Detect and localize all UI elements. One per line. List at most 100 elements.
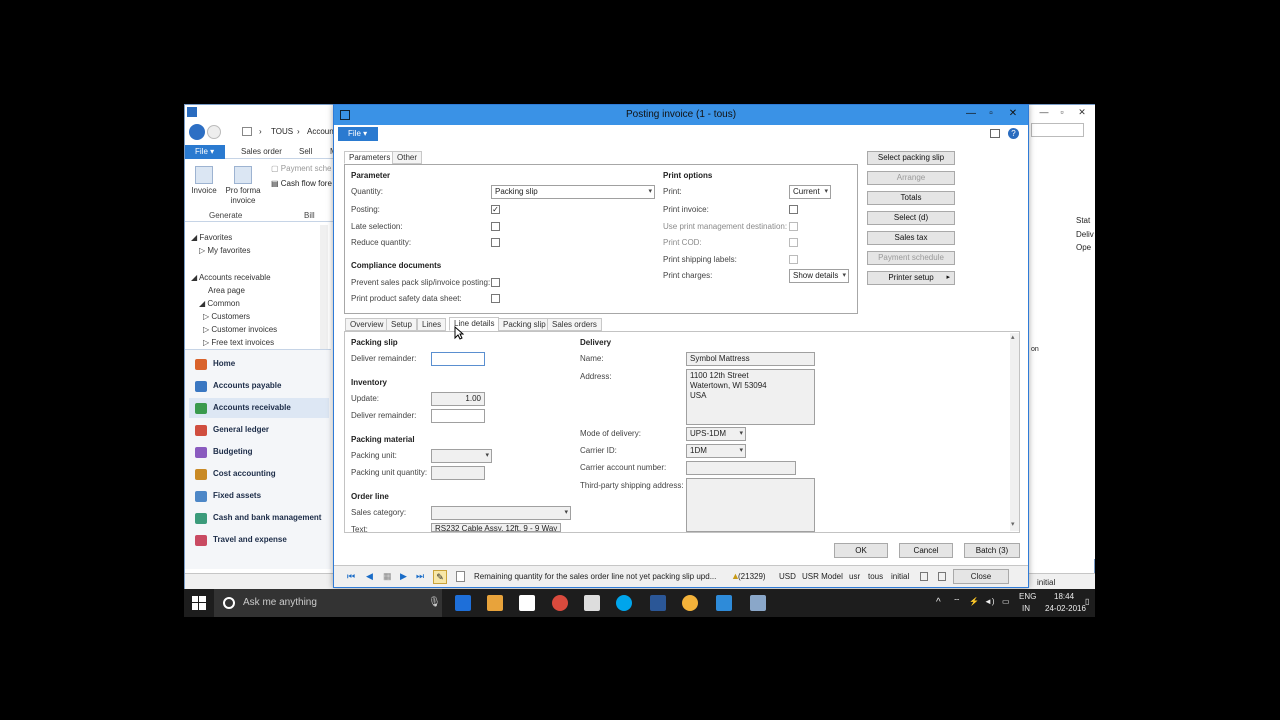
arrange-button[interactable]: Arrange — [867, 171, 955, 185]
windows-start-icon[interactable] — [192, 596, 206, 610]
tab-packing-slip[interactable]: Packing slip — [498, 318, 551, 331]
sales-category-select[interactable]: ▾ — [431, 506, 571, 520]
module-item[interactable]: Cost accounting — [189, 464, 329, 484]
tab-parameters[interactable]: Parameters — [344, 151, 396, 164]
pro-forma-invoice-button[interactable]: Pro forma invoice — [221, 166, 265, 206]
file-menu-button[interactable]: File ▾ — [185, 145, 225, 159]
invoice-button[interactable]: Invoice — [189, 166, 219, 196]
print-cod-checkbox[interactable] — [789, 238, 798, 247]
mode-of-delivery-select[interactable]: UPS-1DM ▾ — [686, 427, 746, 441]
printer-setup-button[interactable]: Printer setup ▸ — [867, 271, 955, 285]
scroll-up-icon[interactable]: ▴ — [1011, 333, 1015, 341]
nav-customers[interactable]: ▷ Customers — [203, 312, 250, 321]
deliver-remainder-input[interactable] — [431, 352, 485, 366]
dialog-close-icon[interactable]: ✕ — [1002, 107, 1024, 121]
dialog-minimize-icon[interactable]: — — [960, 107, 982, 121]
use-print-mgmt-checkbox[interactable] — [789, 222, 798, 231]
nav-scrollbar[interactable] — [320, 225, 328, 349]
nav-customer-invoices[interactable]: ▷ Customer invoices — [203, 325, 277, 334]
dialog-maximize-icon[interactable]: ▫ — [980, 107, 1002, 121]
print-charges-select[interactable]: Show details ▾ — [789, 269, 849, 283]
nav-free-text-invoices[interactable]: ▷ Free text invoices — [203, 338, 274, 347]
help-icon[interactable]: ? — [1008, 128, 1019, 139]
late-selection-checkbox[interactable] — [491, 222, 500, 231]
ok-button[interactable]: OK — [834, 543, 888, 558]
first-record-icon[interactable]: ⏮ — [347, 571, 355, 582]
close-icon[interactable]: ✕ — [1073, 105, 1091, 119]
forward-icon[interactable] — [207, 125, 221, 139]
status-calendar-icon[interactable] — [920, 572, 928, 581]
tab-sales-orders[interactable]: Sales orders — [547, 318, 602, 331]
nav-common[interactable]: ◢ Common — [199, 299, 240, 308]
volume-icon[interactable]: ◄) — [984, 597, 995, 606]
skype-icon[interactable] — [616, 595, 632, 611]
store-icon[interactable] — [519, 595, 535, 611]
payment-schedule-button[interactable]: ▢ Payment sche — [271, 164, 331, 173]
posting-checkbox[interactable]: ✓ — [491, 205, 500, 214]
right-search-box[interactable] — [1031, 123, 1084, 137]
batch-button[interactable]: Batch (3) — [964, 543, 1020, 558]
network-icon[interactable]: ⌔ — [953, 597, 961, 607]
module-item[interactable]: Accounts payable — [189, 376, 329, 396]
select-packing-slip-button[interactable]: Select packing slip — [867, 151, 955, 165]
address-textarea[interactable]: 1100 12th Street Watertown, WI 53094 USA — [686, 369, 815, 425]
edit-pencil-icon[interactable]: ✎ — [433, 570, 447, 584]
packing-unit-select[interactable]: ▾ — [431, 449, 492, 463]
dynamics-ax-icon[interactable] — [750, 595, 766, 611]
word-icon[interactable] — [650, 595, 666, 611]
module-item[interactable]: Home — [189, 354, 329, 374]
tab-other[interactable]: Other — [392, 151, 423, 164]
notification-flag-icon[interactable]: ▭ — [1002, 597, 1010, 606]
tab-setup[interactable]: Setup — [386, 318, 417, 331]
close-button[interactable]: Close — [953, 569, 1009, 584]
dialog-file-menu[interactable]: File ▾ — [338, 127, 378, 141]
packing-unit-quantity-input[interactable] — [431, 466, 485, 480]
text-input[interactable]: RS232 Cable Assy, 12ft, 9 - 9 Way — [431, 523, 561, 532]
tab-lines[interactable]: Lines — [417, 318, 447, 331]
document-icon[interactable] — [456, 571, 465, 582]
maximize-icon[interactable]: ▫ — [1053, 105, 1071, 119]
carrier-account-input[interactable] — [686, 461, 796, 475]
carrier-id-select[interactable]: 1DM ▾ — [686, 444, 746, 458]
ribbon-tab-sell[interactable]: Sell — [299, 147, 312, 156]
quantity-select[interactable]: Packing slip ▾ — [491, 185, 655, 199]
chrome-icon[interactable] — [552, 595, 568, 611]
sales-tax-button[interactable]: Sales tax — [867, 231, 955, 245]
layout-icon[interactable] — [990, 129, 1000, 138]
totals-button[interactable]: Totals — [867, 191, 955, 205]
tray-chevron-up-icon[interactable]: ^ — [936, 597, 941, 608]
delivery-name-input[interactable]: Symbol Mattress — [686, 352, 815, 366]
action-center-icon[interactable]: ▯ — [1085, 597, 1089, 606]
update-input[interactable]: 1.00 — [431, 392, 485, 406]
clock-date[interactable]: 24-02-2016 — [1045, 604, 1086, 613]
file-explorer-icon[interactable] — [487, 595, 503, 611]
paint-icon[interactable] — [682, 595, 698, 611]
print-select[interactable]: Current ▾ — [789, 185, 831, 199]
mail-icon[interactable] — [584, 595, 600, 611]
scroll-down-icon[interactable]: ▾ — [1011, 520, 1015, 528]
module-item[interactable]: Fixed assets — [189, 486, 329, 506]
print-shipping-checkbox[interactable] — [789, 255, 798, 264]
payment-schedule-button[interactable]: Payment schedule — [867, 251, 955, 265]
microphone-icon[interactable]: 🎙 — [428, 589, 441, 617]
next-record-icon[interactable]: ▶ — [400, 571, 407, 582]
tab-overview[interactable]: Overview — [345, 318, 389, 331]
previous-record-icon[interactable]: ◀ — [366, 571, 373, 582]
prevent-posting-checkbox[interactable] — [491, 278, 500, 287]
nav-accounts-receivable[interactable]: ◢ Accounts receivable — [191, 273, 271, 282]
edge-icon[interactable] — [455, 595, 471, 611]
ribbon-tab-sales-order[interactable]: Sales order — [241, 147, 282, 156]
inventory-deliver-remainder-input[interactable] — [431, 409, 485, 423]
line-details-scrollbar[interactable] — [1010, 333, 1019, 531]
region-indicator[interactable]: IN — [1022, 604, 1030, 613]
nav-area-page[interactable]: Area page — [208, 286, 245, 295]
minimize-icon[interactable]: — — [1035, 105, 1053, 119]
last-record-icon[interactable]: ⏭ — [416, 571, 424, 582]
module-item[interactable]: General ledger — [189, 420, 329, 440]
module-item[interactable]: Accounts receivable — [189, 398, 329, 418]
status-options-icon[interactable] — [938, 572, 946, 581]
back-icon[interactable] — [189, 124, 205, 140]
cortana-search-box[interactable]: Ask me anything 🎙 — [214, 589, 442, 617]
address-path[interactable]: Accoun — [307, 127, 334, 136]
third-party-address-textarea[interactable] — [686, 478, 815, 532]
